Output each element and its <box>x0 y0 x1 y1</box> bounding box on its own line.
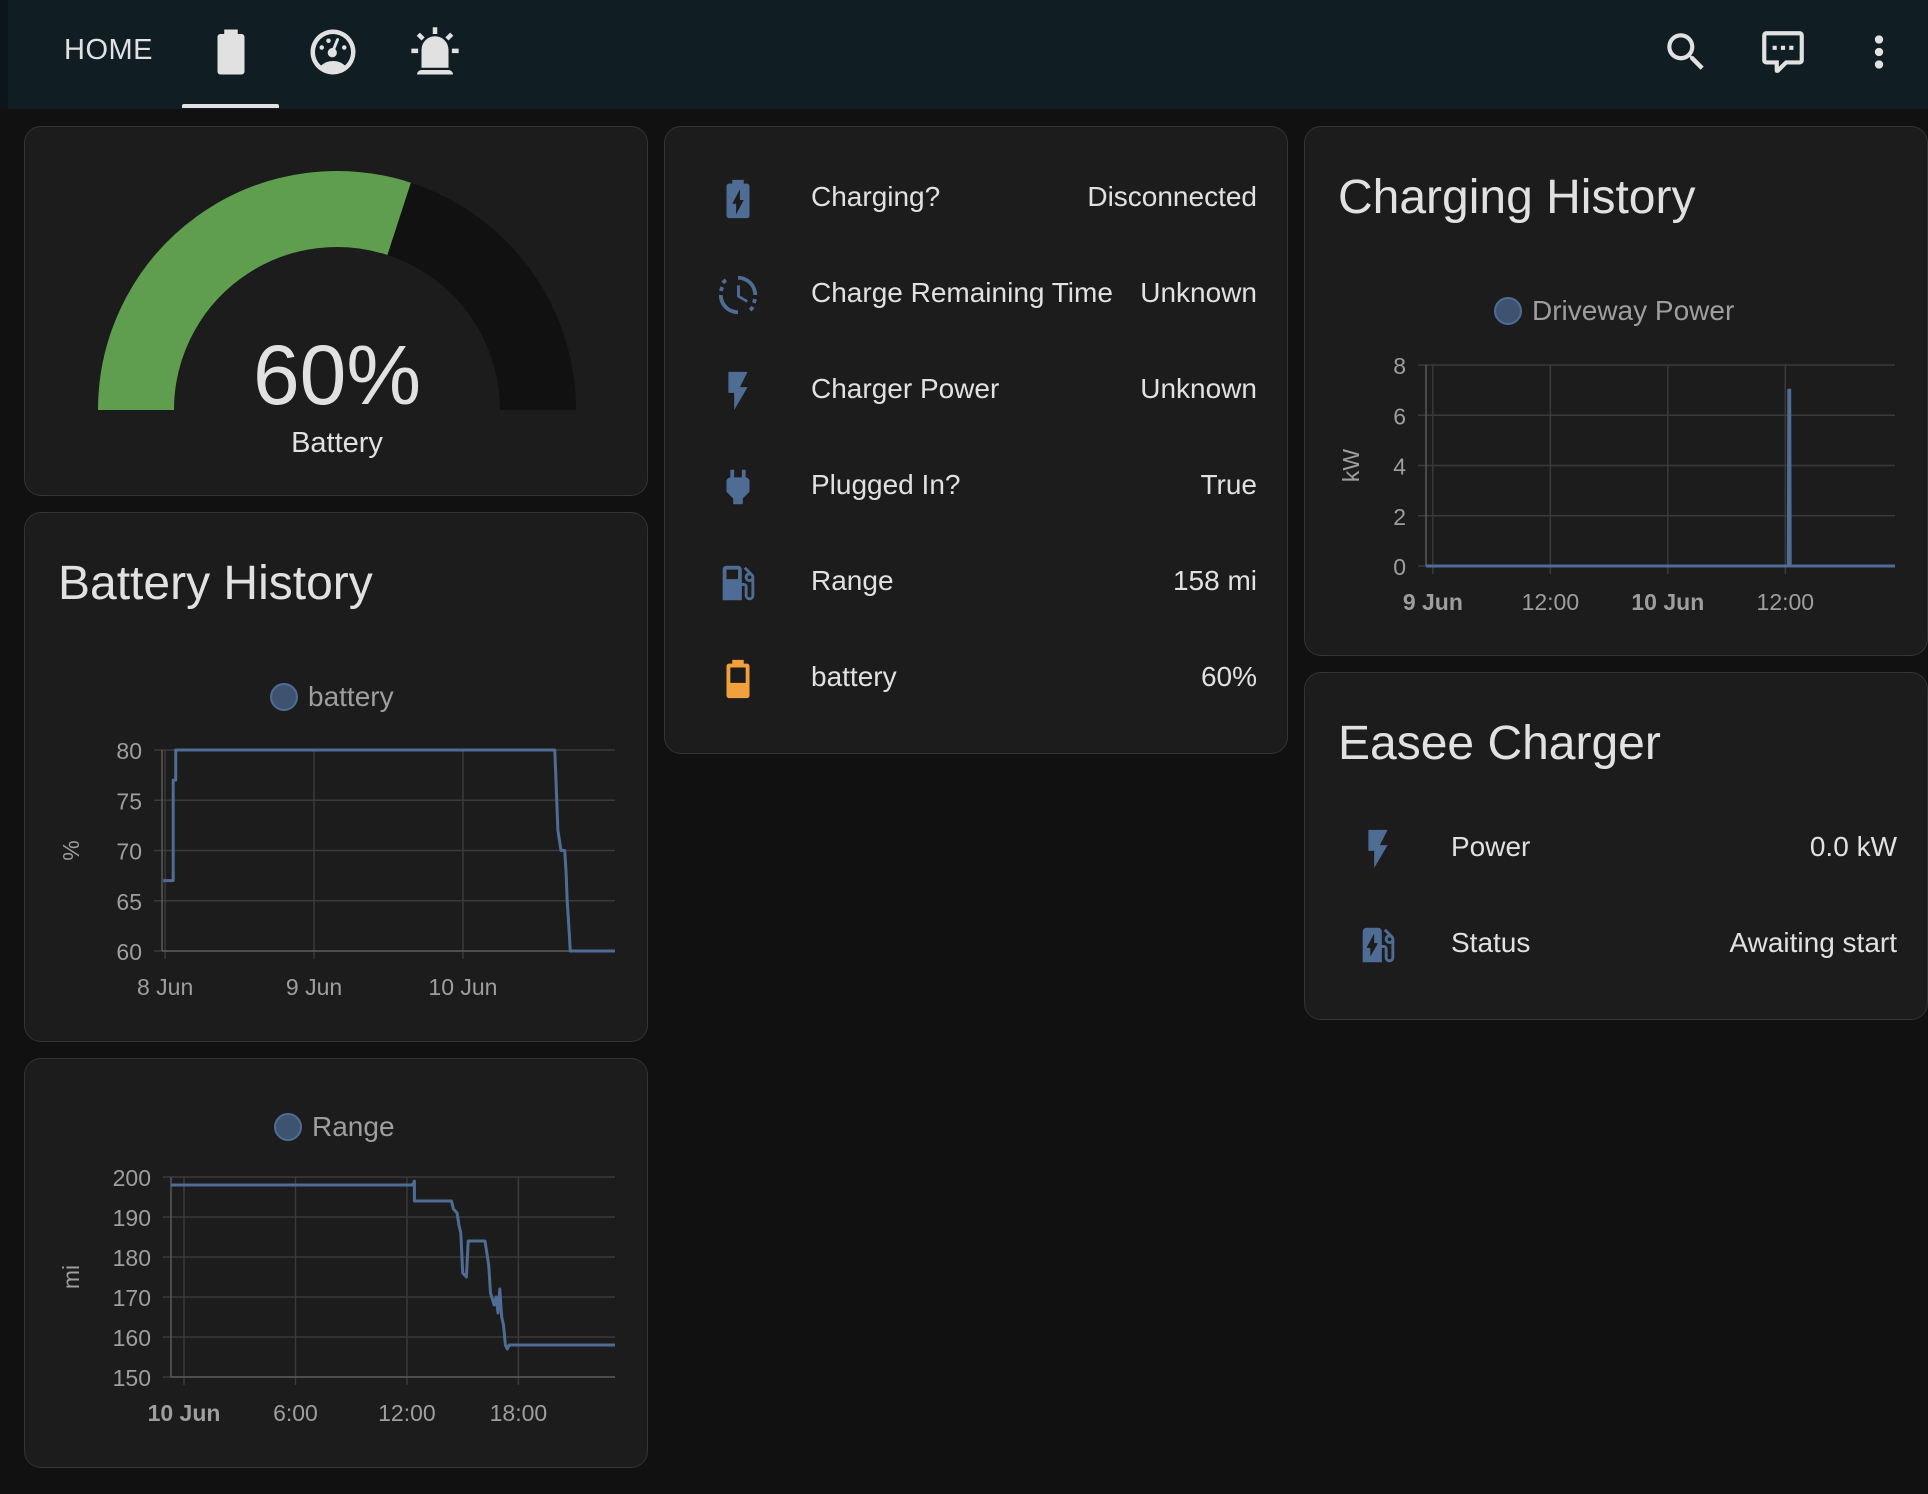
y-axis-title: mi <box>58 1265 84 1289</box>
battery-history-card[interactable]: Battery History battery 80 75 70 65 60 8 Jun 9… <box>24 512 648 1042</box>
card-title: Easee Charger <box>1338 717 1661 770</box>
gas-station-icon <box>722 565 755 601</box>
entity-value: True <box>1200 469 1257 500</box>
y-tick-label: 6 <box>1393 403 1406 429</box>
active-tab-indicator <box>182 104 279 108</box>
entity-row[interactable]: Plugged In? True <box>665 447 1289 527</box>
entity-value: Unknown <box>1140 277 1257 308</box>
x-tick-label: 10 Jun <box>428 974 497 1000</box>
x-tick-label: 9 Jun <box>1403 589 1463 615</box>
ev-station-icon <box>1362 927 1395 963</box>
entity-row[interactable]: Charge Remaining Time Unknown <box>665 255 1289 335</box>
y-tick-label: 150 <box>113 1365 151 1391</box>
y-tick-label: 80 <box>116 738 142 764</box>
y-axis-title: % <box>58 840 84 860</box>
y-tick-label: 60 <box>116 939 142 965</box>
entity-label: Charging? <box>811 181 941 212</box>
x-tick-label: 12:00 <box>1757 589 1815 615</box>
tab-home[interactable]: HOME <box>64 34 153 67</box>
x-tick-label: 18:00 <box>490 1400 548 1426</box>
x-tick-label: 12:00 <box>378 1400 436 1426</box>
entity-row[interactable]: Charging? Disconnected <box>665 159 1289 239</box>
gauge-label: Battery <box>291 427 383 459</box>
entity-label: Charge Remaining Time <box>811 277 1113 308</box>
entity-label: battery <box>811 661 897 692</box>
entity-label: Plugged In? <box>811 469 961 500</box>
battery-gauge-card[interactable]: 60% Battery <box>24 126 648 496</box>
y-tick-label: 70 <box>116 839 142 865</box>
entity-value: Unknown <box>1140 373 1257 404</box>
battery-charging-icon <box>726 179 750 219</box>
x-tick-label: 12:00 <box>1522 589 1580 615</box>
y-tick-label: 75 <box>116 788 142 814</box>
y-tick-label: 4 <box>1393 454 1406 480</box>
easee-charger-card: Easee Charger Power 0.0 kW Status Awaiti… <box>1304 672 1928 1020</box>
entity-value: 0.0 kW <box>1809 831 1897 862</box>
y-tick-label: 65 <box>116 889 142 915</box>
entity-row[interactable]: Power 0.0 kW <box>1305 809 1928 889</box>
series-line[interactable] <box>171 1179 615 1351</box>
y-tick-label: 2 <box>1393 504 1406 530</box>
y-tick-label: 160 <box>113 1325 151 1351</box>
entity-value: Disconnected <box>1087 181 1257 212</box>
gauge-value: 60% <box>252 328 422 422</box>
entity-row[interactable]: Status Awaiting start <box>1305 905 1928 985</box>
search-icon[interactable] <box>1661 27 1711 77</box>
entity-value: 60% <box>1200 661 1257 692</box>
entity-label: Power <box>1451 831 1531 862</box>
x-tick-label: 9 Jun <box>286 974 342 1000</box>
y-tick-label: 170 <box>113 1285 151 1311</box>
entity-value: 158 mi <box>1172 565 1257 596</box>
power-plug-icon <box>726 469 750 505</box>
y-tick-label: 200 <box>113 1165 151 1191</box>
entity-label: Status <box>1451 927 1531 958</box>
series-line[interactable] <box>1426 388 1895 568</box>
flash-icon <box>1368 829 1388 869</box>
alarm-light-icon[interactable] <box>408 25 462 79</box>
charging-history-card[interactable]: Charging History Driveway Power 864209 J… <box>1304 126 1928 656</box>
battery-line-chart[interactable]: 80 75 70 65 60 8 Jun 9 Jun 10 Jun% <box>25 513 649 1043</box>
entity-label: Charger Power <box>811 373 1000 404</box>
y-tick-label: 180 <box>113 1245 151 1271</box>
flash-icon <box>728 371 748 411</box>
entity-value: Awaiting start <box>1729 927 1897 958</box>
speedometer-icon[interactable] <box>306 25 360 79</box>
more-vertical-icon[interactable] <box>1854 27 1904 77</box>
x-tick-label: 10 Jun <box>148 1400 221 1426</box>
x-tick-label: 6:00 <box>273 1400 318 1426</box>
top-app-bar: HOME <box>0 0 1928 109</box>
range-history-card[interactable]: Range 200 190 180 170 160 150 10 Jun 6:00 12:00 1… <box>24 1058 648 1468</box>
y-axis-title: kW <box>1338 449 1364 483</box>
entity-row[interactable]: Range 158 mi <box>665 543 1289 623</box>
x-tick-label: 10 Jun <box>1631 589 1704 615</box>
timer-sand-icon <box>718 275 758 315</box>
y-tick-label: 8 <box>1393 353 1406 379</box>
entity-row[interactable]: battery 60% <box>665 639 1289 719</box>
driveway-power-line-chart[interactable]: 8 6 4 2 0 9 Jun 12:00 10 Jun 12:00 kW <box>1305 127 1928 657</box>
battery-icon[interactable] <box>204 25 258 79</box>
entity-label: Range <box>811 565 894 596</box>
x-tick-label: 8 Jun <box>137 974 193 1000</box>
range-line-chart[interactable]: 200 190 180 170 160 150 10 Jun 6:00 12:00 18:00 mi <box>25 1059 649 1469</box>
entities-card: Charging? Disconnected Charge Remaining … <box>664 126 1288 754</box>
y-tick-label: 190 <box>113 1205 151 1231</box>
assist-chat-icon[interactable] <box>1758 27 1808 77</box>
y-tick-label: 0 <box>1393 554 1406 580</box>
entity-row[interactable]: Charger Power Unknown <box>665 351 1289 431</box>
battery-icon <box>726 659 750 699</box>
